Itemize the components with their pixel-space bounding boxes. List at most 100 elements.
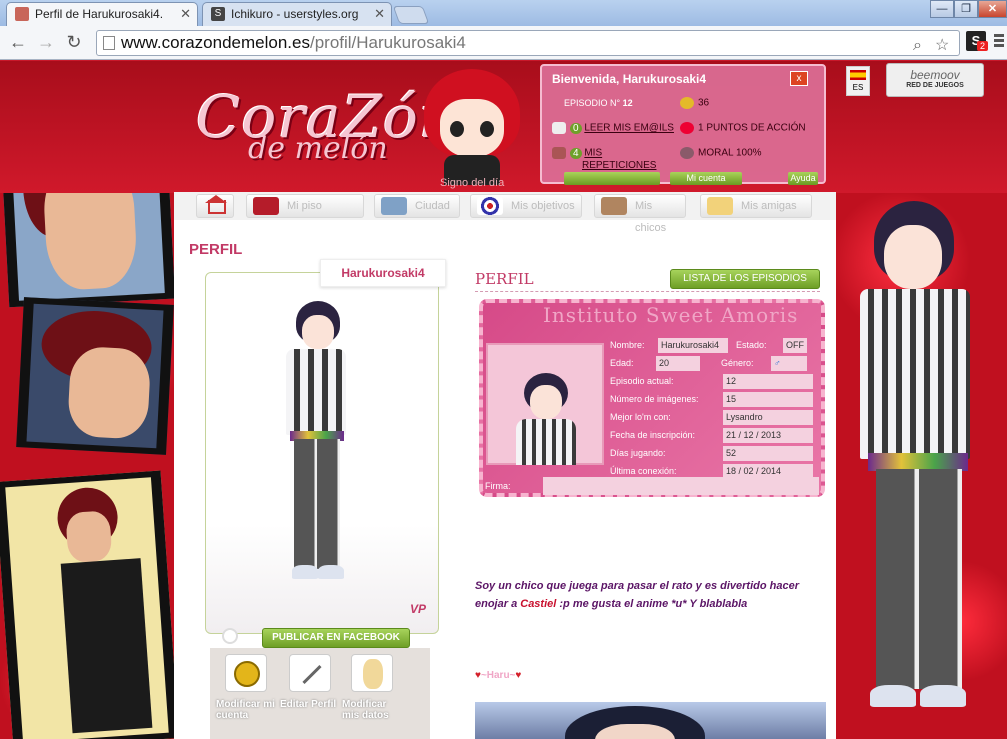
- browser-tab-strip: Perfil de Harukurosaki4. ✕ S Ichikuro - …: [0, 0, 1007, 26]
- nav-mis-objetivos[interactable]: Mis objetivos: [470, 194, 582, 218]
- bio-image: [475, 702, 826, 739]
- student-card: Instituto Sweet Amoris Nombre: Harukuros…: [479, 299, 825, 497]
- back-button[interactable]: ←: [6, 31, 30, 55]
- nav-ciudad[interactable]: Ciudad: [374, 194, 460, 218]
- episode-number: 12: [622, 98, 633, 108]
- welcome-panel: Bienvenida, Harukurosaki4 x EPISODIO N° …: [540, 64, 826, 185]
- field-label: Episodio actual:: [610, 376, 674, 386]
- help-button[interactable]: Ayuda: [788, 172, 818, 185]
- replays-label-2[interactable]: REPETICIONES: [582, 160, 656, 171]
- nav-mis-amigas[interactable]: Mis amigas: [700, 194, 812, 218]
- nav-mi-piso[interactable]: Mi piso: [246, 194, 364, 218]
- facebook-radio[interactable]: [222, 628, 238, 644]
- field-value: Lysandro: [723, 410, 813, 425]
- beemoov-logo[interactable]: beemoov RED DE JUEGOS: [886, 63, 984, 97]
- coin-icon: [680, 97, 694, 109]
- mail-link[interactable]: 0 LEER MIS EM@ILS: [552, 122, 674, 134]
- moral-icon: [680, 147, 694, 159]
- field-label: Fecha de inscripción:: [610, 430, 696, 440]
- section-title: PERFIL: [475, 270, 534, 288]
- field-label: Estado:: [736, 340, 767, 350]
- reload-button[interactable]: ↻: [62, 31, 86, 55]
- star-icon[interactable]: ☆: [935, 34, 949, 58]
- minimize-button[interactable]: —: [930, 0, 954, 18]
- modify-account-button[interactable]: Modificar mi cuenta: [216, 654, 276, 721]
- field-value: 21 / 12 / 2013: [723, 428, 813, 443]
- profile-bio: Soy un chico que juega para pasar el rat…: [475, 577, 825, 613]
- heart-icon: [680, 122, 694, 134]
- signature-label: Firma:: [485, 481, 511, 491]
- mail-label[interactable]: LEER MIS EM@ILS: [584, 123, 674, 134]
- edit-profile-button[interactable]: Editar Perfil: [280, 654, 340, 710]
- site-logo-sub: de melón: [248, 131, 388, 166]
- mascot-image: [418, 61, 526, 185]
- character-icon: [351, 654, 393, 692]
- tab-userstyles[interactable]: S Ichikuro - userstyles.org ✕: [202, 2, 392, 26]
- replays-count: 4: [570, 147, 582, 159]
- pen-icon: [289, 654, 331, 692]
- field-label: Género:: [721, 358, 754, 368]
- cake-icon: [15, 7, 29, 21]
- action-points: 1 PUNTOS DE ACCIÓN: [680, 122, 806, 134]
- modify-data-button[interactable]: Modificar mis datos: [342, 654, 402, 721]
- new-tab-button[interactable]: [392, 6, 430, 24]
- tab-perfil[interactable]: Perfil de Harukurosaki4. ✕: [6, 2, 198, 26]
- card-photo: [486, 343, 604, 465]
- field-label: Número de imágenes:: [610, 394, 699, 404]
- maximize-button[interactable]: ❐: [954, 0, 978, 18]
- school-name: Instituto Sweet Amoris: [543, 303, 799, 327]
- publish-facebook-button[interactable]: PUBLICAR EN FACEBOOK: [262, 628, 410, 648]
- decorative-avatar-right: [840, 201, 1000, 739]
- moral-value: MORAL 100%: [698, 147, 762, 159]
- girl-icon: [707, 197, 733, 215]
- main-nav: Mi piso Ciudad Mis objetivos Mis chicos …: [174, 192, 836, 234]
- target-icon: [477, 197, 503, 215]
- menu-icon[interactable]: [994, 34, 1004, 50]
- field-value: 15: [723, 392, 813, 407]
- replays-link[interactable]: 4 MIS: [552, 147, 602, 159]
- url-path: /profil/Harukurosaki4: [309, 33, 466, 52]
- account-button[interactable]: Mi cuenta: [670, 172, 742, 185]
- close-icon[interactable]: ✕: [180, 6, 191, 22]
- decorative-photo-3: [0, 470, 180, 739]
- heart-icon: ♥: [515, 670, 522, 681]
- url-domain: www.corazondemelon.es: [121, 33, 310, 52]
- boy-icon: [601, 197, 627, 215]
- bio-signature: ♥~Haru~♥: [475, 670, 521, 681]
- replays-label[interactable]: MIS: [584, 148, 602, 159]
- close-icon[interactable]: ✕: [374, 6, 385, 22]
- replays-button[interactable]: [564, 172, 660, 185]
- language-label: ES: [852, 83, 864, 92]
- search-icon[interactable]: ⌕: [913, 34, 922, 58]
- home-button[interactable]: [196, 194, 234, 218]
- tab-title: Perfil de Harukurosaki4.: [35, 7, 164, 21]
- episodes-list-button[interactable]: LISTA DE LOS EPISODIOS: [670, 269, 820, 289]
- window-close-button[interactable]: ✕: [978, 0, 1007, 18]
- sign-of-day-label[interactable]: Signo del día: [440, 177, 504, 189]
- mail-icon: [552, 122, 566, 134]
- network-logo-text: beemoov: [910, 68, 960, 82]
- address-bar[interactable]: www.corazondemelon.es/profil/Harukurosak…: [96, 30, 960, 56]
- nav-label: Ciudad: [415, 200, 450, 212]
- padlock-icon: [225, 654, 267, 692]
- player-avatar: [276, 301, 376, 591]
- network-label: RED DE JUEGOS: [906, 82, 964, 89]
- field-value: Harukurosaki4: [658, 338, 728, 353]
- nav-label: Mis objetivos: [511, 200, 575, 212]
- field-label: Nombre:: [610, 340, 645, 350]
- field-label: Última conexión:: [610, 466, 677, 476]
- tab-title: Ichikuro - userstyles.org: [231, 7, 359, 21]
- action-label: Editar Perfil: [280, 699, 337, 710]
- account-actions: Modificar mi cuenta Editar Perfil Modifi…: [210, 648, 430, 739]
- field-label: Días jugando:: [610, 448, 666, 458]
- signature-text: ~Haru~: [480, 670, 516, 681]
- page: CoraZón de melón Signo del día Bienvenid…: [0, 61, 1007, 739]
- spain-flag-icon: [850, 70, 866, 80]
- forward-button[interactable]: →: [34, 31, 58, 55]
- nav-label: Mi piso: [287, 200, 322, 212]
- language-selector[interactable]: ES: [846, 66, 870, 96]
- nav-mis-chicos[interactable]: Mis chicos: [594, 194, 686, 234]
- action-label: Modificar mis datos: [342, 699, 389, 721]
- sofa-icon: [253, 197, 279, 215]
- close-button[interactable]: x: [790, 71, 808, 86]
